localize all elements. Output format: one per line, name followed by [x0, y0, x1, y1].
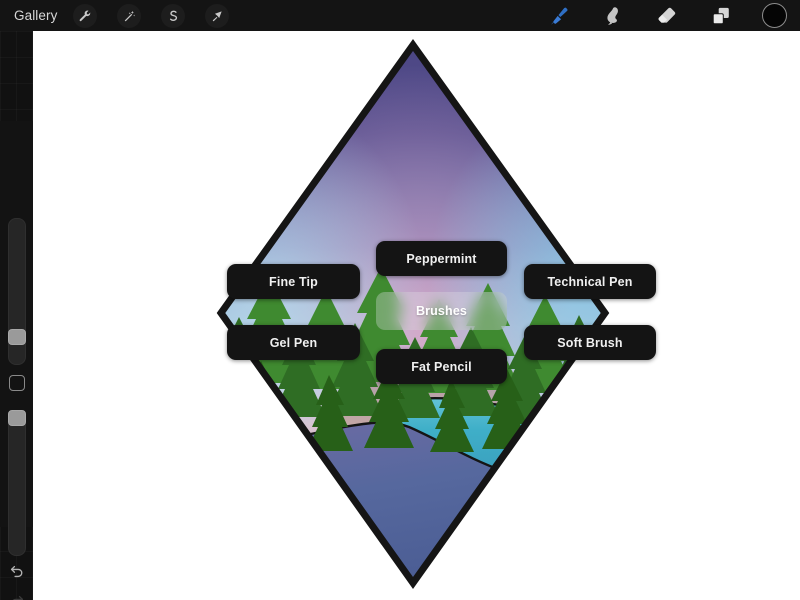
- selection-icon[interactable]: [161, 3, 186, 28]
- adjustments-wand-icon[interactable]: [117, 3, 142, 28]
- smudge-icon[interactable]: [600, 3, 626, 29]
- menu-item-fine-tip[interactable]: Fine Tip: [227, 264, 360, 299]
- procreate-app-window: Gallery Peppermint Brushes Fat Pencil Fi…: [0, 0, 800, 600]
- left-tool-group: [73, 3, 230, 28]
- layers-icon[interactable]: [708, 3, 734, 29]
- menu-item-fat-pencil[interactable]: Fat Pencil: [376, 349, 507, 384]
- actions-wrench-icon[interactable]: [73, 3, 98, 28]
- transform-arrow-icon[interactable]: [205, 3, 230, 28]
- menu-item-gel-pen[interactable]: Gel Pen: [227, 325, 360, 360]
- paintbrush-icon[interactable]: [546, 3, 572, 29]
- top-toolbar: Gallery: [0, 0, 800, 31]
- right-tool-group: [546, 0, 787, 31]
- color-swatch-button[interactable]: [762, 3, 787, 28]
- eraser-icon[interactable]: [654, 3, 680, 29]
- menu-item-peppermint[interactable]: Peppermint: [376, 241, 507, 276]
- gallery-button[interactable]: Gallery: [14, 8, 57, 23]
- menu-item-soft-brush[interactable]: Soft Brush: [524, 325, 656, 360]
- menu-item-technical-pen[interactable]: Technical Pen: [524, 264, 656, 299]
- radial-brush-menu: Peppermint Brushes Fat Pencil Fine Tip G…: [0, 0, 800, 600]
- menu-center-brushes[interactable]: Brushes: [376, 292, 507, 330]
